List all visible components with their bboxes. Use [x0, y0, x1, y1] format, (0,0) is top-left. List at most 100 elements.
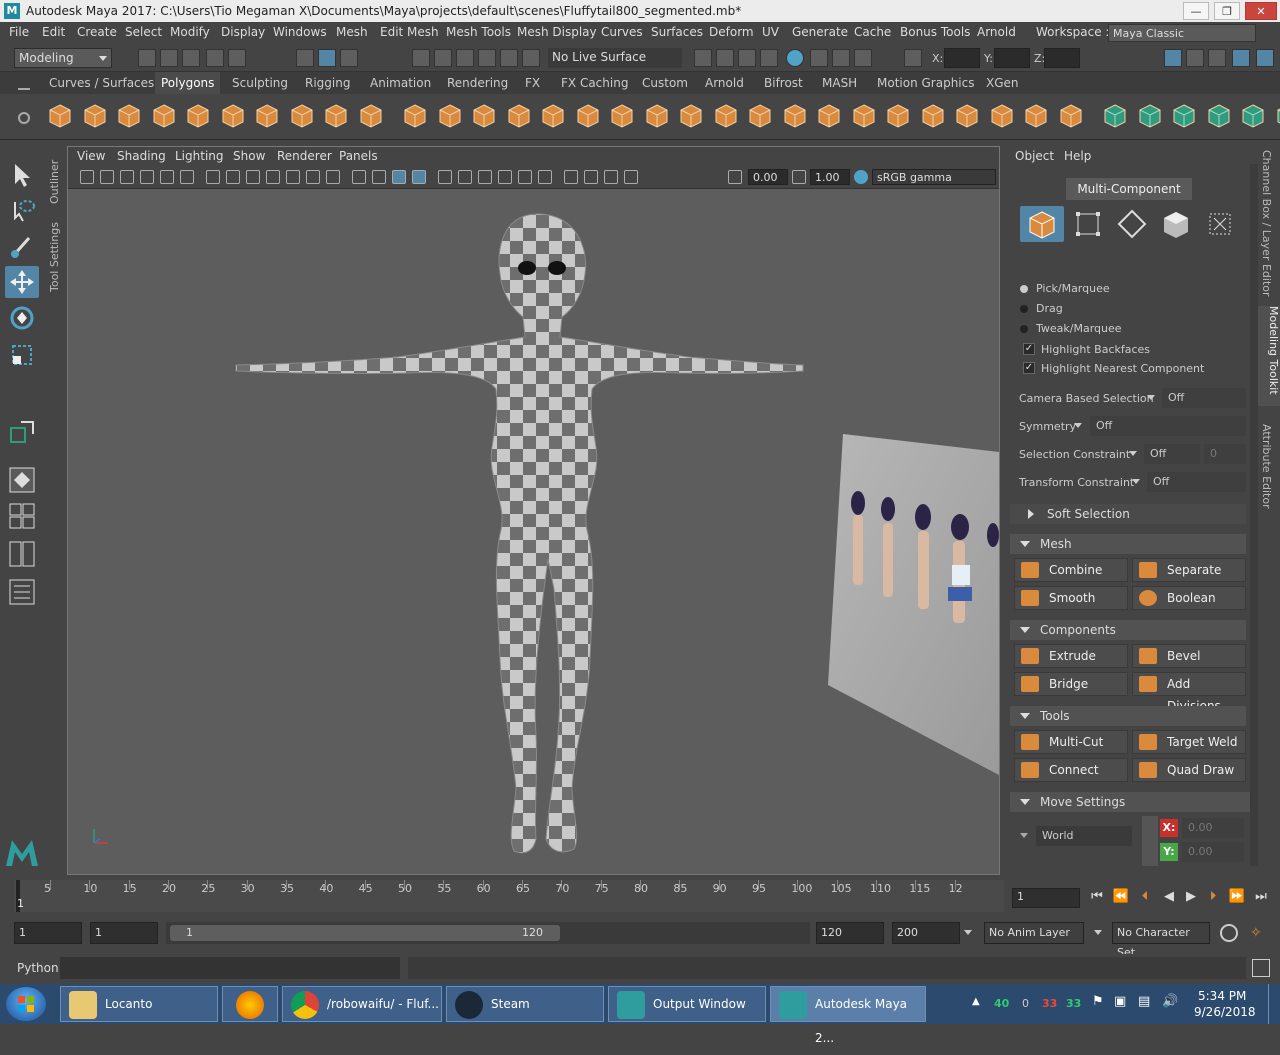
components-section-header[interactable]: Components — [1010, 620, 1246, 640]
grease-pencil-icon[interactable] — [160, 170, 174, 184]
step-forward-key-icon[interactable]: ⏩ — [1228, 888, 1246, 906]
uv-cut-icon[interactable] — [1205, 102, 1233, 130]
uv-mode-icon[interactable] — [1198, 206, 1242, 242]
menu-select[interactable]: Select — [125, 22, 162, 42]
toolkit-menu-object[interactable]: Object — [1015, 149, 1054, 163]
snap-point-icon[interactable] — [456, 49, 474, 67]
device-icon[interactable]: ▣ — [1114, 994, 1126, 1009]
character-mesh[interactable] — [236, 214, 803, 853]
anim-layer-dropdown[interactable]: No Anim Layer — [984, 922, 1084, 944]
outliner-tab[interactable]: Outliner — [48, 154, 61, 204]
safe-title-icon[interactable] — [326, 170, 340, 184]
volume-icon[interactable]: 🔊 — [1162, 994, 1178, 1009]
tray-counter-1[interactable]: 40 — [994, 997, 1009, 1010]
film-gate-icon[interactable] — [226, 170, 240, 184]
multi-cut-button[interactable]: Multi-Cut — [1014, 730, 1128, 754]
bridge-button[interactable]: Bridge — [1014, 672, 1128, 696]
poly-cube-icon[interactable] — [81, 102, 109, 130]
snap-curve-icon[interactable] — [434, 49, 452, 67]
tray-counter-4[interactable]: 33 — [1066, 997, 1081, 1010]
shelf-tab-rigging[interactable]: Rigging — [305, 72, 350, 94]
last-tool-icon[interactable] — [5, 416, 39, 448]
shelf-tab-rendering[interactable]: Rendering — [447, 72, 508, 94]
exposure-icon[interactable] — [728, 170, 742, 184]
tray-counter-3[interactable]: 33 — [1042, 997, 1057, 1010]
viewport-menu-shading[interactable]: Shading — [117, 147, 166, 166]
shelf-tab-sculpting[interactable]: Sculpting — [232, 72, 288, 94]
exposure-field[interactable]: 0.00 — [748, 169, 788, 185]
smooth-shade-icon[interactable] — [372, 170, 386, 184]
modeling-toolkit-tab[interactable]: Modeling Toolkit — [1258, 306, 1280, 406]
combine-button[interactable]: Combine — [1014, 558, 1128, 582]
range-bar-track[interactable]: 1 120 — [166, 922, 810, 944]
arnold-ipr-icon[interactable] — [832, 49, 850, 67]
target-weld-icon[interactable] — [919, 102, 947, 130]
action-center-flag-icon[interactable]: ⚑ — [1092, 994, 1104, 1009]
poly-cone-icon[interactable] — [150, 102, 178, 130]
menu-modify[interactable]: Modify — [170, 22, 210, 42]
multicut-icon[interactable] — [884, 102, 912, 130]
select-object-icon[interactable] — [318, 49, 336, 67]
open-scene-icon[interactable] — [160, 49, 178, 67]
camera-based-selection-value[interactable]: Off — [1162, 388, 1246, 408]
minimize-button[interactable]: — — [1183, 2, 1209, 20]
image-plane-icon[interactable] — [140, 170, 154, 184]
taskbar-maya[interactable]: Autodesk Maya 2... — [770, 986, 926, 1022]
separate-icon[interactable] — [436, 102, 464, 130]
auto-key-icon[interactable] — [1220, 924, 1238, 942]
combine-icon[interactable] — [401, 102, 429, 130]
timeline-ruler[interactable]: 1 51015202530354045505560657075808590951… — [14, 880, 1004, 912]
multisample-aa-icon[interactable] — [518, 170, 532, 184]
attribute-editor-icon[interactable] — [1208, 49, 1226, 67]
poly-plane-icon[interactable] — [184, 102, 212, 130]
select-hierarchy-icon[interactable] — [296, 49, 314, 67]
tool-settings-tab[interactable]: Tool Settings — [48, 222, 61, 292]
viewport-menu-view[interactable]: View — [77, 147, 105, 166]
new-scene-icon[interactable] — [138, 49, 156, 67]
shelf-menu-icon[interactable] — [18, 88, 30, 90]
hypershade-icon[interactable] — [786, 49, 804, 67]
extract-icon[interactable] — [470, 102, 498, 130]
transform-input-icon[interactable] — [904, 49, 922, 67]
uv-automatic-icon[interactable] — [1170, 102, 1198, 130]
taskbar-firefox[interactable] — [222, 986, 278, 1022]
menu-mesh-display[interactable]: Mesh Display — [517, 22, 597, 42]
taskbar-locanto[interactable]: Locanto — [60, 986, 218, 1022]
grid-icon[interactable] — [206, 170, 220, 184]
triangulate-icon[interactable] — [781, 102, 809, 130]
target-weld-button[interactable]: Target Weld — [1132, 730, 1246, 754]
connect-button[interactable]: Connect — [1014, 758, 1128, 782]
extrude-button[interactable]: Extrude — [1014, 644, 1128, 668]
rotate-tool-icon[interactable] — [5, 302, 39, 334]
paint-select-tool-icon[interactable] — [5, 230, 39, 262]
edge-mode-icon[interactable] — [1110, 206, 1154, 242]
menu-cache[interactable]: Cache — [854, 22, 891, 42]
menu-edit[interactable]: Edit — [42, 22, 65, 42]
menu-surfaces[interactable]: Surfaces — [651, 22, 703, 42]
motion-blur-icon[interactable] — [498, 170, 512, 184]
save-scene-icon[interactable] — [182, 49, 200, 67]
menu-curves[interactable]: Curves — [601, 22, 643, 42]
bevel-button[interactable]: Bevel — [1132, 644, 1246, 668]
shelf-tab-fx[interactable]: FX — [525, 72, 540, 94]
animation-prefs-icon[interactable]: ✧ — [1250, 924, 1270, 942]
extrude-icon[interactable] — [643, 102, 671, 130]
add-divisions-button[interactable]: Add Divisions — [1132, 672, 1246, 696]
taskbar-steam[interactable]: Steam — [446, 986, 604, 1022]
uv-sew-icon[interactable] — [1239, 102, 1267, 130]
menu-windows[interactable]: Windows — [273, 22, 327, 42]
render-settings-icon[interactable] — [760, 49, 778, 67]
y-input[interactable] — [994, 48, 1030, 68]
use-all-lights-icon[interactable] — [438, 170, 452, 184]
xray-icon[interactable] — [584, 170, 598, 184]
attribute-editor-tab[interactable]: Attribute Editor — [1260, 424, 1273, 524]
toolkit-scrollbar[interactable] — [1250, 164, 1258, 866]
step-back-key-icon[interactable]: ⏪ — [1112, 888, 1130, 906]
snap-grid-icon[interactable] — [412, 49, 430, 67]
smooth-button[interactable]: Smooth — [1014, 586, 1128, 610]
clock-date[interactable]: 9/26/2018 — [1194, 1005, 1256, 1019]
menu-arnold[interactable]: Arnold — [977, 22, 1016, 42]
pause-icon[interactable] — [854, 49, 872, 67]
menu-deform[interactable]: Deform — [709, 22, 754, 42]
shelf-tab-arnold[interactable]: Arnold — [705, 72, 744, 94]
